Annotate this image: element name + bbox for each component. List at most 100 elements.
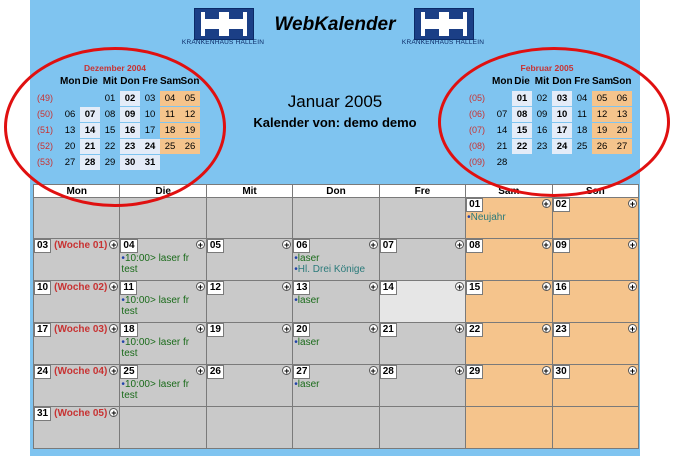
day-number[interactable]: 28 [379,365,397,379]
mini-day[interactable]: 02 [120,91,140,106]
day-number[interactable]: 06 [293,239,311,253]
mini-day[interactable]: 12 [592,107,612,122]
day-number[interactable]: 30 [552,365,570,379]
mini-day[interactable]: 18 [572,123,592,138]
add-event-icon[interactable]: + [368,240,378,250]
day-cell[interactable]: 26 + [205,364,294,407]
mini-day[interactable]: 04 [572,91,592,106]
event-entry[interactable]: •10:00> laser fr test [120,295,205,317]
mini-day[interactable]: 18 [160,123,180,138]
mini-day[interactable]: 08 [100,107,120,122]
event-entry[interactable]: •laser [293,337,378,348]
mini-day[interactable]: 06 [60,107,80,122]
mini-day[interactable]: 17 [552,123,572,138]
add-event-icon[interactable]: + [109,324,119,334]
mini-day[interactable]: 31 [140,155,160,170]
mini-day[interactable]: 13 [612,107,632,122]
week-label[interactable]: (Woche 04) [54,366,107,377]
add-event-icon[interactable]: + [541,240,551,250]
add-event-icon[interactable]: + [541,282,551,292]
mini-day[interactable]: 07 [492,107,512,122]
mini-day[interactable]: 13 [60,123,80,138]
mini-day[interactable]: 25 [572,139,592,154]
day-number[interactable]: 21 [379,323,397,337]
event-entry[interactable]: •10:00> laser fr test [120,337,205,359]
add-event-icon[interactable]: + [455,240,465,250]
day-number[interactable]: 03 [34,239,52,253]
week-label[interactable]: (Woche 01) [54,240,107,251]
mini-day[interactable]: 11 [160,107,180,122]
add-event-icon[interactable]: + [195,240,205,250]
add-event-icon[interactable]: + [541,324,551,334]
day-cell[interactable]: 20 + •laser [292,322,380,365]
add-event-icon[interactable]: + [628,240,637,250]
event-entry[interactable]: •10:00> laser fr test [120,379,205,401]
mini-week-number[interactable]: (51) [30,123,60,138]
event-entry[interactable]: •laser [293,295,378,306]
day-cell[interactable]: 07 + [378,238,467,281]
event-entry[interactable]: •Hl. Drei Könige [293,264,378,275]
day-cell[interactable]: 27 + •laser [292,364,380,407]
day-cell[interactable]: 03 (Woche 01) + [32,238,121,281]
mini-day[interactable]: 01 [100,91,120,106]
mini-day[interactable]: 06 [612,91,632,106]
add-event-icon[interactable]: + [628,366,637,376]
mini-week-number[interactable]: (05) [462,91,492,106]
add-event-icon[interactable]: + [368,324,378,334]
mini-day[interactable]: 03 [552,91,572,106]
mini-day[interactable]: 04 [160,91,180,106]
add-event-icon[interactable]: + [195,366,205,376]
day-number[interactable]: 20 [293,323,311,337]
day-cell[interactable]: 24 (Woche 04) + [32,364,121,407]
mini-day[interactable]: 09 [532,107,552,122]
day-number[interactable]: 26 [206,365,224,379]
day-number[interactable]: 08 [466,239,484,253]
day-number[interactable]: 23 [552,323,570,337]
mini-day[interactable]: 10 [552,107,572,122]
event-entry[interactable]: •Neujahr [466,212,551,223]
day-cell[interactable]: 23 + [551,322,640,365]
day-cell[interactable]: 30 + [551,364,640,407]
day-number[interactable]: 09 [552,239,570,253]
day-cell[interactable]: 13 + •laser [292,280,380,323]
day-cell[interactable]: 21 + [378,322,467,365]
mini-month-name[interactable]: Februar 2005 [462,63,632,73]
mini-day[interactable]: 28 [80,155,100,170]
mini-day[interactable]: 02 [532,91,552,106]
mini-day[interactable]: 23 [120,139,140,154]
week-label[interactable]: (Woche 03) [54,324,107,335]
day-number[interactable]: 16 [552,281,570,295]
day-number[interactable]: 02 [552,198,570,212]
day-number[interactable]: 10 [34,281,52,295]
mini-week-number[interactable]: (50) [30,107,60,122]
day-number[interactable]: 11 [120,281,137,295]
day-cell[interactable]: 18 + •10:00> laser fr test [119,322,207,365]
add-event-icon[interactable]: + [109,240,119,250]
day-cell[interactable]: 02 + [551,197,640,239]
day-cell[interactable]: 01 + •Neujahr [465,197,553,239]
day-cell[interactable]: 15 + [465,280,553,323]
add-event-icon[interactable]: + [109,282,119,292]
add-event-icon[interactable]: + [628,282,637,292]
mini-week-number[interactable]: (49) [30,91,60,106]
event-entry[interactable]: •laser [293,379,378,390]
day-cell[interactable]: 22 + [465,322,553,365]
mini-week-number[interactable]: (52) [30,139,60,154]
mini-day[interactable]: 22 [100,139,120,154]
mini-day[interactable]: 28 [492,155,512,170]
add-event-icon[interactable]: + [282,324,292,334]
day-cell[interactable]: 05 + [205,238,294,281]
day-cell[interactable]: 29 + [465,364,553,407]
mini-day[interactable]: 17 [140,123,160,138]
mini-week-number[interactable]: (06) [462,107,492,122]
add-event-icon[interactable]: + [282,240,292,250]
day-number[interactable]: 31 [34,407,52,421]
mini-day[interactable]: 21 [80,139,100,154]
day-cell[interactable]: 14 + [378,280,467,323]
add-event-icon[interactable]: + [455,324,465,334]
day-number[interactable]: 04 [120,239,138,253]
mini-day[interactable]: 24 [140,139,160,154]
mini-day[interactable]: 07 [80,107,100,122]
mini-day[interactable]: 14 [492,123,512,138]
day-number[interactable]: 29 [466,365,484,379]
